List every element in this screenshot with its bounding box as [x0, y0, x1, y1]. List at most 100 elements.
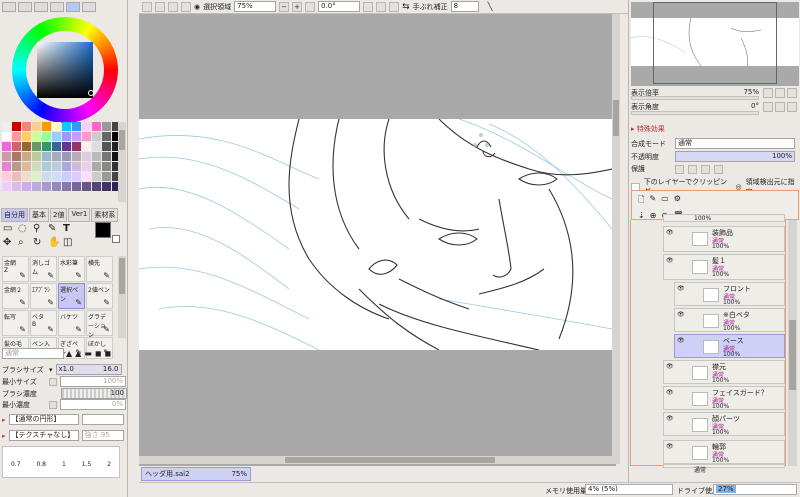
- color-swatch[interactable]: [72, 152, 81, 161]
- expand-shape-icon[interactable]: ▸: [2, 416, 6, 424]
- layer-scrollbar[interactable]: [788, 220, 797, 466]
- stabilizer-field[interactable]: 8: [450, 1, 479, 12]
- brush-slot[interactable]: 消しゴム ✎: [30, 256, 57, 282]
- color-swatch[interactable]: [12, 172, 21, 181]
- magic-wand-icon[interactable]: ⚲: [33, 223, 45, 234]
- nav-angle-slider[interactable]: [631, 111, 759, 115]
- color-swatch[interactable]: [102, 142, 111, 151]
- color-swatch[interactable]: [102, 132, 111, 141]
- brush-slot[interactable]: バケツ ✎: [58, 310, 85, 336]
- color-swatch[interactable]: [102, 162, 111, 171]
- brush-slot[interactable]: 金網 Z ✎: [2, 256, 29, 282]
- color-swatch[interactable]: [72, 132, 81, 141]
- size-preset[interactable]: 0.8: [36, 461, 46, 468]
- size-preset[interactable]: 1: [62, 461, 66, 468]
- color-swatch[interactable]: [32, 142, 41, 151]
- color-swatch[interactable]: [102, 152, 111, 161]
- color-swatch[interactable]: [62, 142, 71, 151]
- layer-item[interactable]: 👁 ベース 通常 100%: [674, 334, 785, 358]
- visibility-eye-icon[interactable]: 👁: [677, 337, 687, 345]
- visibility-eye-icon[interactable]: 👁: [677, 285, 687, 293]
- min-density-field[interactable]: 0%: [60, 399, 126, 410]
- color-swatch[interactable]: [12, 122, 21, 131]
- rotate-left-button[interactable]: [363, 1, 374, 12]
- color-swatch[interactable]: [52, 132, 61, 141]
- color-swatch[interactable]: [52, 182, 61, 191]
- nav-zoom-reset-button[interactable]: [787, 88, 797, 98]
- zoom-in-button[interactable]: +: [292, 1, 303, 12]
- nav-rotate-reset-button[interactable]: [787, 102, 797, 112]
- tab-tools-1[interactable]: 基本: [29, 208, 49, 222]
- color-swatch[interactable]: [82, 122, 91, 131]
- color-swatch[interactable]: [52, 122, 61, 131]
- color-swatch[interactable]: [22, 122, 31, 131]
- color-swatch[interactable]: [2, 172, 11, 181]
- canvas-vertical-scrollbar[interactable]: [612, 14, 620, 464]
- nav-zoom-out-button[interactable]: [763, 88, 773, 98]
- new-layer-icon[interactable]: 🗋: [638, 194, 644, 208]
- color-swatch[interactable]: [32, 132, 41, 141]
- mixer-tab-icon[interactable]: [50, 2, 64, 12]
- canvas-horizontal-scrollbar[interactable]: [139, 456, 612, 464]
- layer-item[interactable]: 👁 顔パーツ 通常 100%: [663, 412, 785, 436]
- protect-move-button[interactable]: [701, 164, 710, 174]
- brush-slot[interactable]: 選択ペン ✎: [58, 283, 85, 309]
- brush-slot[interactable]: 2値ペン ✎: [86, 283, 113, 309]
- color-swatch[interactable]: [42, 132, 51, 141]
- color-swatch[interactable]: [22, 172, 31, 181]
- color-swatch[interactable]: [92, 172, 101, 181]
- color-swatch[interactable]: [82, 142, 91, 151]
- color-swatch[interactable]: [92, 182, 101, 191]
- nav-rotate-right-button[interactable]: [775, 102, 785, 112]
- color-swatch[interactable]: [42, 122, 51, 131]
- shape-box-icon[interactable]: ◼: [105, 349, 112, 358]
- nav-zoom-slider[interactable]: [631, 96, 759, 100]
- shape-triangle-icon[interactable]: ▲: [66, 349, 72, 358]
- navigator[interactable]: [631, 2, 799, 86]
- color-swatch[interactable]: [2, 132, 11, 141]
- color-swatch[interactable]: [12, 132, 21, 141]
- color-swatch[interactable]: [12, 142, 21, 151]
- color-swatch[interactable]: [32, 182, 41, 191]
- min-size-field[interactable]: 100%: [60, 376, 126, 387]
- color-swatch[interactable]: [82, 172, 91, 181]
- new-pen-layer-icon[interactable]: ✎: [649, 194, 656, 208]
- color-swatch[interactable]: [42, 152, 51, 161]
- layer-item[interactable]: 👁 輪郭 通常 100%: [663, 440, 785, 464]
- density-field[interactable]: 100: [61, 388, 127, 399]
- color-swatch[interactable]: [82, 132, 91, 141]
- hand-icon[interactable]: ✋: [48, 237, 60, 248]
- saturation-value-square[interactable]: [37, 42, 93, 98]
- tab-tools-4[interactable]: 素材系: [91, 208, 119, 222]
- tab-tools-2[interactable]: 2値: [50, 208, 68, 222]
- brush-shape-select[interactable]: 【通常の円形】: [8, 414, 79, 425]
- wheel-tab-icon[interactable]: [2, 2, 16, 12]
- color-swatch[interactable]: [22, 162, 31, 171]
- layer-item[interactable]: 👁 ※白ベタ 通常 100%: [674, 308, 785, 332]
- brush-slot[interactable]: 水彩筆 ✎: [58, 256, 85, 282]
- rotate-right-button[interactable]: [376, 1, 387, 12]
- merge-down-icon[interactable]: ⊕: [650, 211, 657, 220]
- redo-button[interactable]: [155, 1, 165, 12]
- texture-strength-field[interactable]: 強さ 95: [81, 430, 124, 441]
- color-swatch[interactable]: [2, 162, 11, 171]
- artwork-canvas[interactable]: [139, 119, 612, 350]
- lock-icon[interactable]: [714, 164, 723, 174]
- color-swatch[interactable]: [92, 142, 101, 151]
- color-swatch[interactable]: [102, 122, 111, 131]
- color-swatch[interactable]: [22, 152, 31, 161]
- color-swatch[interactable]: [2, 152, 11, 161]
- layer-item[interactable]: 👁 髪１ 通常 100%: [663, 254, 785, 280]
- color-swatch[interactable]: [92, 132, 101, 141]
- color-swatch[interactable]: [52, 152, 61, 161]
- color-swatch[interactable]: [82, 182, 91, 191]
- move-icon[interactable]: ✥: [3, 237, 15, 248]
- visibility-eye-icon[interactable]: 👁: [666, 257, 676, 265]
- visibility-eye-icon[interactable]: 👁: [666, 415, 676, 423]
- tab-tools-0[interactable]: 自分用: [1, 208, 28, 222]
- color-swatch[interactable]: [72, 162, 81, 171]
- color-swatch[interactable]: [22, 182, 31, 191]
- shape-round-icon[interactable]: ▲: [75, 349, 81, 358]
- nav-rotate-left-button[interactable]: [763, 102, 773, 112]
- color-swatch[interactable]: [72, 142, 81, 151]
